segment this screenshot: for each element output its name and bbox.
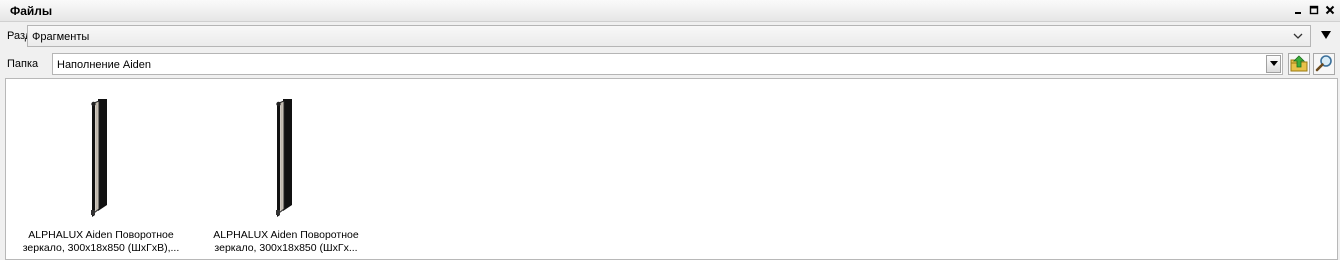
file-item[interactable]: ALPHALUX Aiden Поворотное зеркало, 300х1…	[6, 79, 196, 259]
chevron-down-icon	[1292, 30, 1304, 45]
file-grid: ALPHALUX Aiden Поворотное зеркало, 300х1…	[5, 78, 1338, 260]
close-icon[interactable]	[1324, 3, 1336, 17]
folder-label: Папка	[7, 58, 39, 70]
dropdown-arrow-icon[interactable]	[1266, 55, 1281, 73]
folder-select[interactable]: Наполнение Aiden	[52, 53, 1283, 75]
folder-value: Наполнение Aiden	[57, 59, 152, 71]
window-controls	[1292, 3, 1336, 17]
section-select[interactable]: Фрагменты	[27, 25, 1311, 47]
panel-titlebar: Файлы	[0, 0, 1340, 22]
section-value: Фрагменты	[32, 31, 90, 43]
file-caption: ALPHALUX Aiden Поворотное зеркало, 300х1…	[22, 229, 180, 254]
folder-row: Папка Наполнение Aiden	[0, 50, 1340, 78]
triangle-down-icon[interactable]	[1320, 30, 1332, 43]
mirror-thumbnail-icon	[80, 97, 110, 217]
file-caption: ALPHALUX Aiden Поворотное зеркало, 300х1…	[213, 229, 359, 254]
panel-title: Файлы	[10, 4, 53, 18]
magnifier-icon	[1315, 54, 1333, 75]
section-row: Раздел Фрагменты	[0, 22, 1340, 50]
mirror-thumbnail-icon	[265, 97, 295, 217]
files-panel: Файлы Раздел Фрагменты Папка Наполнение …	[0, 0, 1340, 260]
search-button[interactable]	[1313, 53, 1335, 75]
folder-up-button[interactable]	[1288, 53, 1310, 75]
folder-up-icon	[1290, 54, 1308, 75]
maximize-icon[interactable]	[1308, 3, 1320, 17]
file-item[interactable]: ALPHALUX Aiden Поворотное зеркало, 300х1…	[191, 79, 381, 259]
minimize-icon[interactable]	[1292, 3, 1304, 17]
